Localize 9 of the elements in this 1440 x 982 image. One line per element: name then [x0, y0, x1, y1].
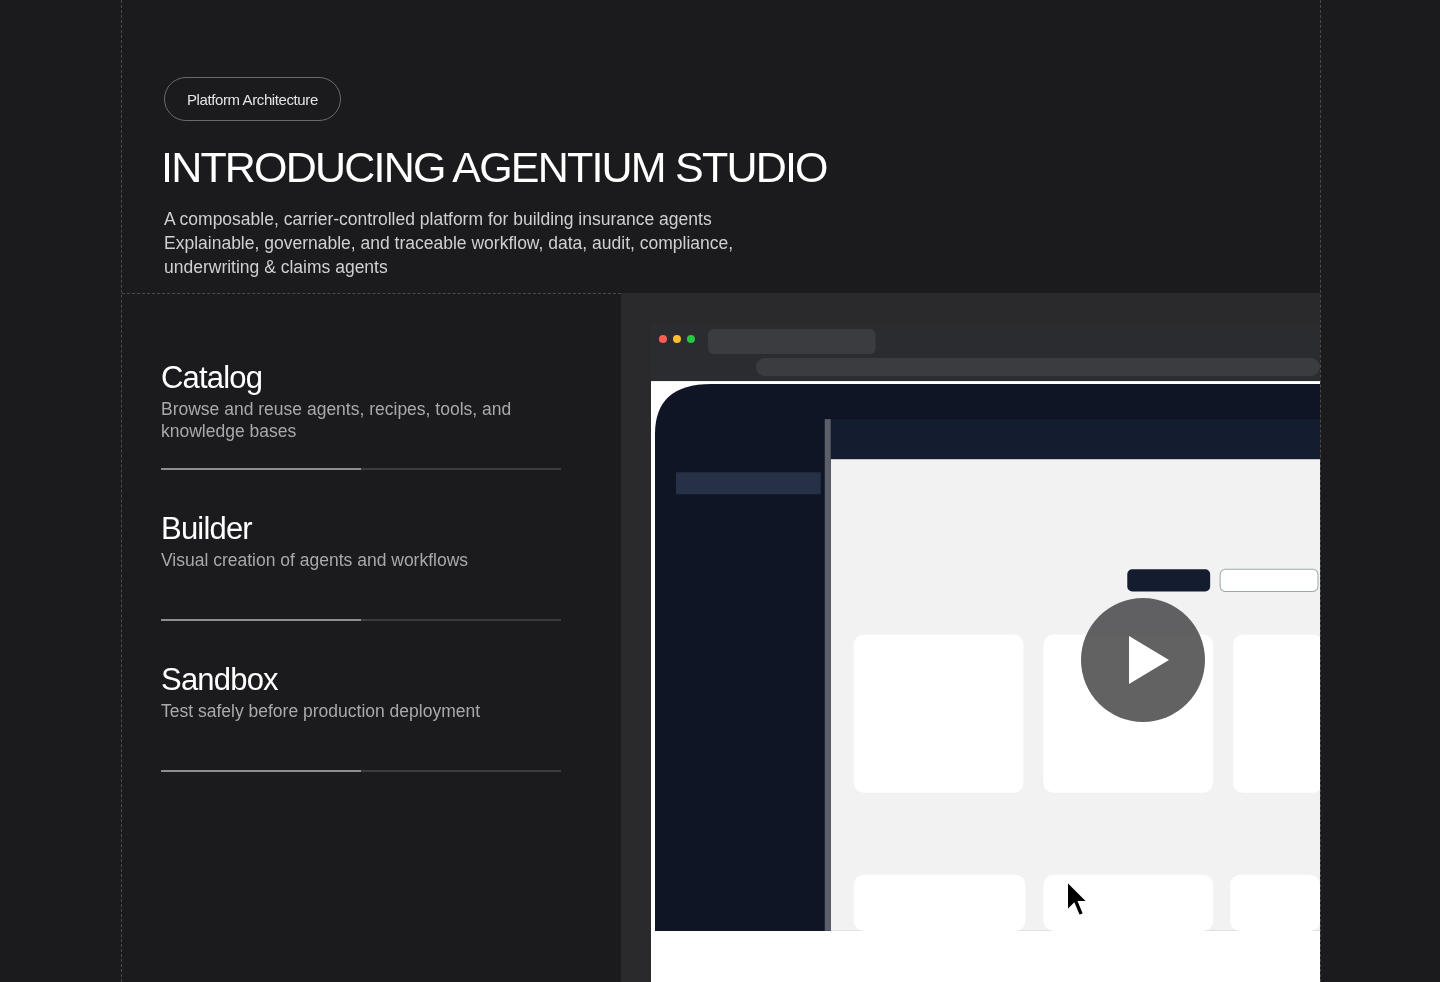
play-icon[interactable]	[1081, 598, 1205, 722]
feature-title[interactable]: Catalog	[161, 360, 263, 396]
feature-title[interactable]: Builder	[161, 511, 252, 547]
feature-title[interactable]: Sandbox	[161, 662, 278, 698]
feature-description: Test safely before production deployment	[161, 700, 482, 722]
page-title: INTRODUCING AGENTIUM STUDIO	[161, 143, 827, 191]
intro-paragraph: A composable, carrier-controlled platform for building insurance agents Explainable, governable, and traceable workflow, data, audit, compliance, underwriting & claims agents	[164, 208, 735, 279]
feature-description: Visual creation of agents and workflows	[161, 549, 470, 571]
feature-description: Browse and reuse agents, recipes, tools, and knowledge bases	[161, 398, 513, 442]
